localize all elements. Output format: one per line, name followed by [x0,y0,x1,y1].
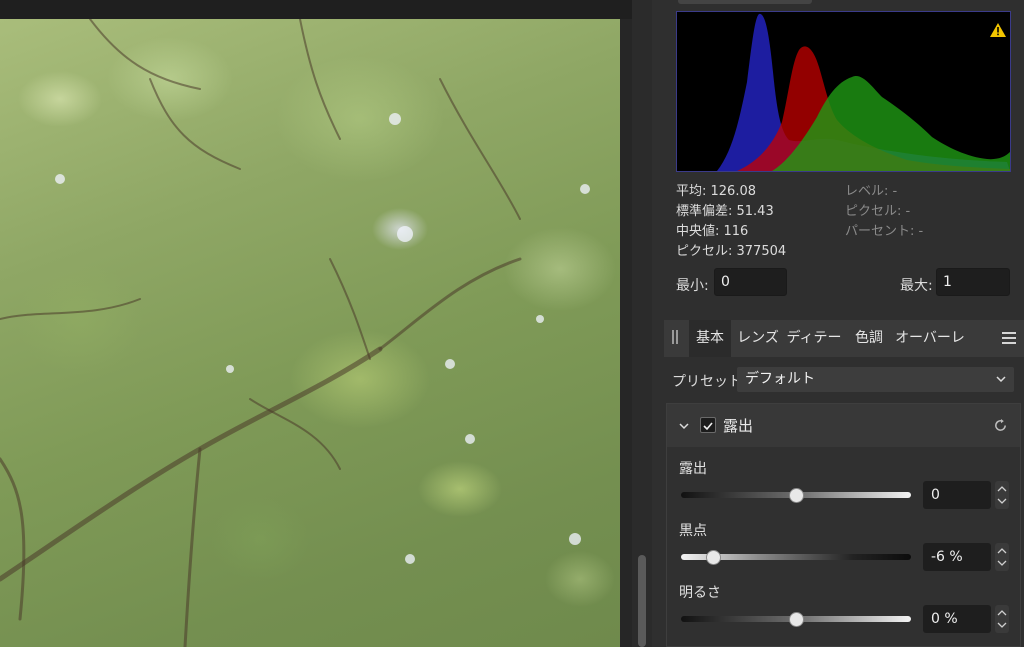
brightness-slider-thumb[interactable] [788,612,804,627]
preset-value: デフォルト [745,371,815,387]
collapse-chevron-icon[interactable] [679,421,689,431]
stat-mean: 平均: 126.08 [676,184,756,199]
brightness-label: 明るさ [679,585,721,601]
develop-tabs: 基本 レンズ ディテール 色調 オーバーレイ [664,320,1024,383]
panel-top-tab [678,0,812,4]
tab-tone[interactable]: 色調 [850,320,888,357]
black-point-label: 黒点 [679,523,707,539]
brightness-spinner[interactable] [995,605,1009,633]
spinner-up-icon[interactable] [997,546,1007,556]
stat-std-dev: 標準偏差: 51.43 [676,204,774,219]
black-point-value-input[interactable]: -6 % [923,543,991,571]
tab-overlay[interactable]: オーバーレイ [894,320,966,383]
exposure-section: 露出 露出 0 黒点 -6 % 明るさ 0 % [666,403,1021,647]
min-input[interactable]: 0 [714,268,787,296]
exposure-spinner[interactable] [995,481,1009,509]
black-point-slider-thumb[interactable] [705,550,721,565]
canvas-divider [620,19,632,647]
exposure-slider-thumb[interactable] [788,488,804,503]
brightness-value-input[interactable]: 0 % [923,605,991,633]
black-point-spinner[interactable] [995,543,1009,571]
stat-median: 中央値: 116 [676,224,749,239]
panel-grip-icon[interactable] [672,330,680,346]
tab-basic[interactable]: 基本 [689,320,731,357]
spinner-down-icon[interactable] [997,496,1007,506]
spinner-down-icon[interactable] [997,620,1007,630]
preset-label: プリセット: [672,374,747,390]
warning-triangle-icon[interactable] [989,22,1007,38]
develop-panel: 平均: 126.08 標準偏差: 51.43 中央値: 116 ピクセル: 37… [652,0,1024,647]
canvas-top-bar [0,0,632,19]
preset-select[interactable]: デフォルト [737,367,1014,392]
exposure-section-title: 露出 [723,417,754,435]
histogram-graph [717,13,1010,171]
exposure-value-input[interactable]: 0 [923,481,991,509]
tab-detail[interactable]: ディテール [784,320,844,383]
histogram [676,11,1011,172]
chevron-down-icon [996,376,1006,383]
histogram-cursor-stats: レベル: - ピクセル: - パーセント: - [845,182,923,242]
canvas-scrollbar[interactable] [638,555,646,647]
tree-branches-image [0,19,590,647]
spinner-up-icon[interactable] [997,608,1007,618]
exposure-label: 露出 [679,461,707,477]
histogram-stats: 平均: 126.08 標準偏差: 51.43 中央値: 116 ピクセル: 37… [676,182,786,262]
stat-pixels: ピクセル: 377504 [676,244,787,259]
stat-percent: パーセント: - [845,224,924,239]
stat-pixel: ピクセル: - [845,204,911,219]
panel-menu-icon[interactable] [1002,331,1016,345]
spinner-up-icon[interactable] [997,484,1007,494]
tab-lens[interactable]: レンズ [736,320,780,357]
spinner-down-icon[interactable] [997,558,1007,568]
min-label: 最小: [676,278,709,294]
max-input[interactable]: 1 [936,268,1010,296]
checkmark-icon [703,422,713,431]
photo-canvas[interactable] [0,19,620,647]
reset-icon[interactable] [993,418,1008,433]
max-label: 最大: [900,278,933,294]
stat-level: レベル: - [845,184,898,199]
exposure-enable-checkbox[interactable] [700,417,716,433]
exposure-section-header[interactable]: 露出 [667,404,1020,447]
